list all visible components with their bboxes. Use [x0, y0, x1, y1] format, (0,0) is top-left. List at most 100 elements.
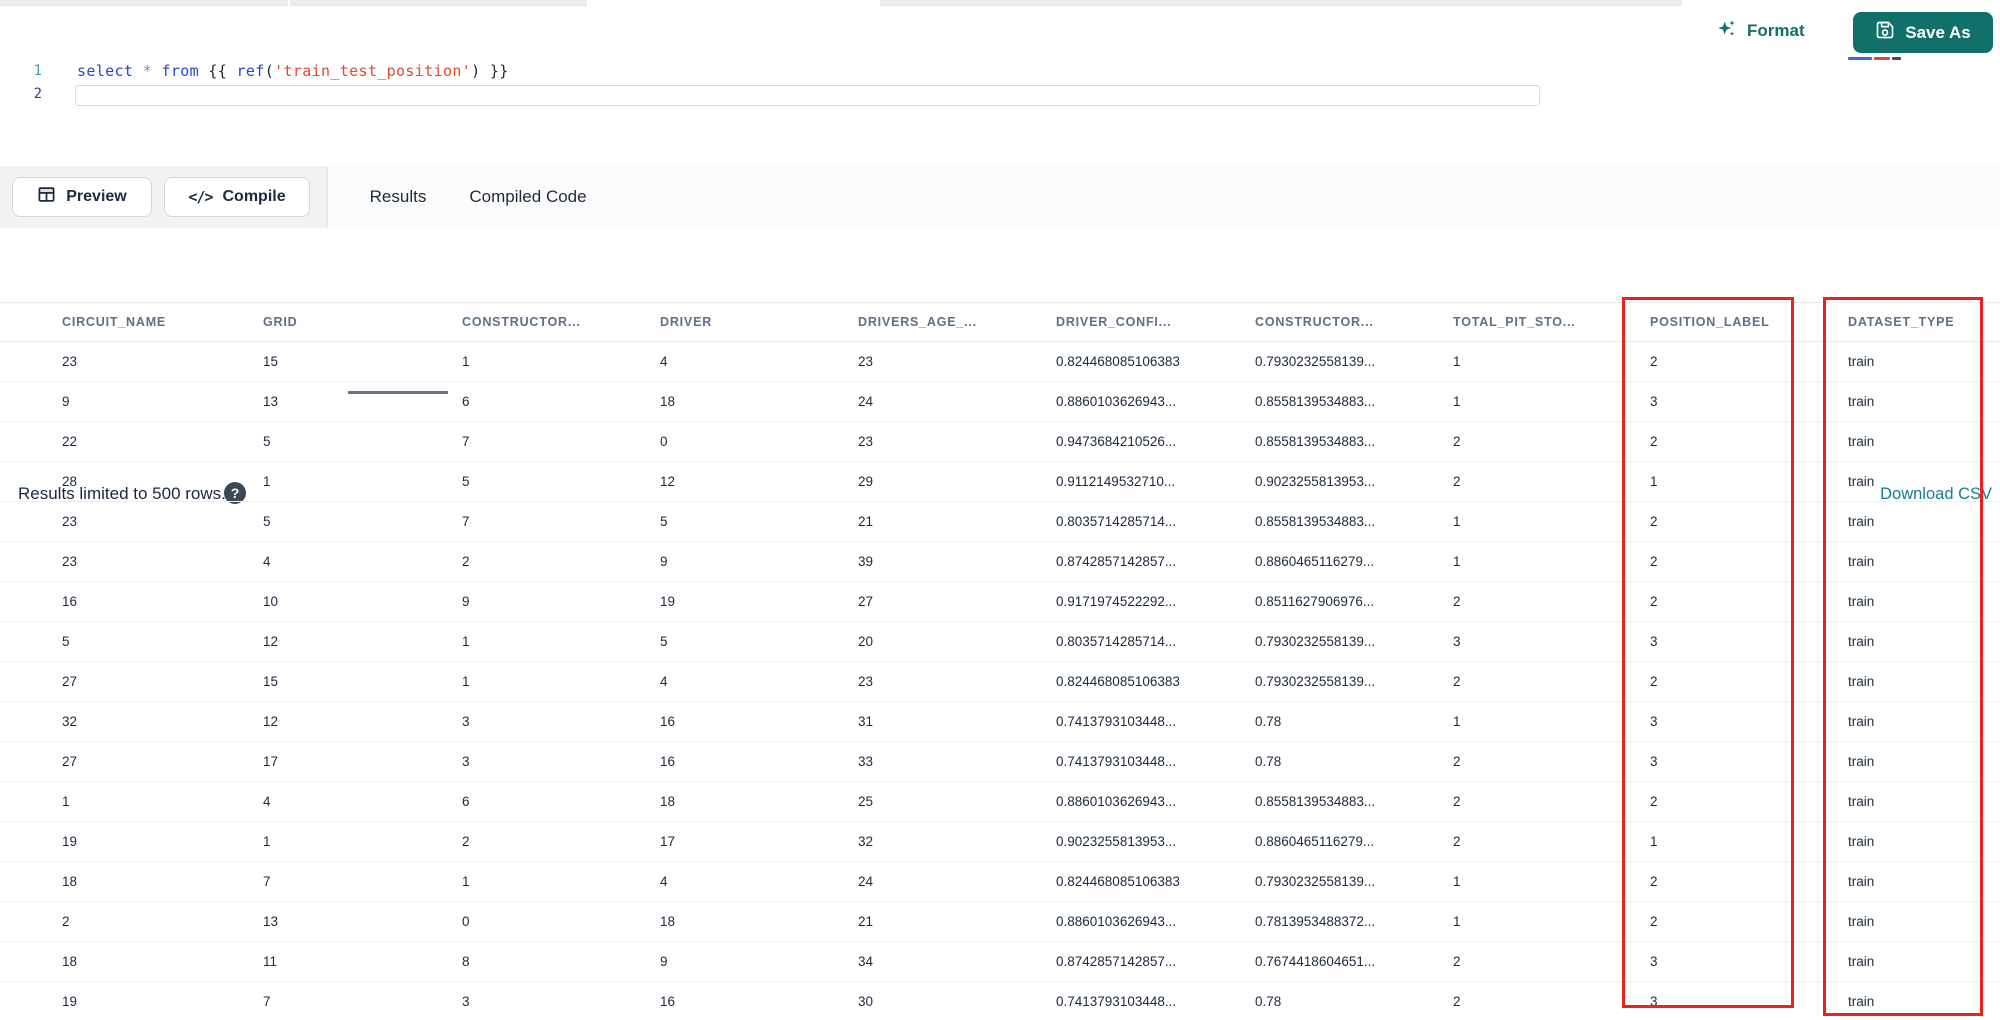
code-token-keyword: from	[161, 62, 199, 80]
table-cell: 11	[263, 954, 278, 969]
table-cell: 18	[62, 954, 78, 969]
table-cell: 4	[660, 874, 668, 889]
action-button-group: Preview </> Compile	[0, 166, 328, 228]
table-cell: 1	[1650, 834, 1658, 849]
table-cell: 27	[62, 674, 78, 689]
table-cell: 0.824468085106383	[1056, 354, 1180, 369]
table-row: 32 12 3 16 31 0.7413793103448... 0.78 1 3 train	[0, 702, 2000, 742]
save-as-button[interactable]: Save As	[1853, 12, 1993, 53]
table-row: 27 15 1 4 23 0.824468085106383 0.7930232558139…	[0, 662, 2000, 702]
table-cell: 28	[62, 474, 78, 489]
table-cell: 31	[858, 714, 874, 729]
table-cell: 16	[660, 994, 676, 1009]
tab-compiled-code[interactable]: Compiled Code	[448, 166, 608, 228]
table-cell: 0.824468085106383	[1056, 674, 1180, 689]
table-row: 9 13 6 18 24 0.8860103626943... 0.855813953488…	[0, 382, 2000, 422]
table-cell: 0.9112149532710...	[1056, 474, 1176, 489]
table-cell: 0.7813953488372...	[1255, 914, 1376, 929]
table-cell: 4	[263, 554, 271, 569]
table-cell: train	[1848, 874, 1875, 889]
table-row: 23 4 2 9 39 0.8742857142857... 0.8860465116279…	[0, 542, 2000, 582]
save-icon	[1875, 20, 1895, 45]
table-cell: 24	[858, 394, 874, 409]
table-cell: 23	[858, 674, 874, 689]
code-token-string: 'train_test_position'	[274, 62, 472, 80]
active-line-highlight[interactable]	[75, 85, 1540, 106]
table-cell: 0.7413793103448...	[1056, 994, 1177, 1009]
table-cell: 3	[1650, 954, 1658, 969]
table-cell: 27	[62, 754, 78, 769]
table-cell: train	[1848, 834, 1875, 849]
column-header-dataset-type: DATASET_TYPE	[1848, 315, 1955, 329]
table-cell: 0.7930232558139...	[1255, 354, 1376, 369]
minimap-code-mark	[1848, 57, 1872, 60]
tab-results[interactable]: Results	[348, 166, 448, 228]
table-cell: 4	[263, 794, 271, 809]
table-cell: 0.7930232558139...	[1255, 634, 1376, 649]
table-cell: 9	[462, 594, 470, 609]
table-cell: 1	[263, 474, 271, 489]
table-cell: 15	[263, 674, 279, 689]
table-row: 28 1 5 12 29 0.9112149532710... 0.902325581395…	[0, 462, 2000, 502]
table-row: 19 1 2 17 32 0.9023255813953... 0.886046511627…	[0, 822, 2000, 862]
format-button-label: Format	[1747, 21, 1805, 40]
format-button[interactable]: Format	[1716, 16, 1805, 46]
table-row: 23 15 1 4 23 0.824468085106383 0.7930232558139…	[0, 342, 2000, 382]
table-cell: 2	[1453, 954, 1461, 969]
preview-button[interactable]: Preview	[12, 177, 152, 217]
table-cell: 16	[660, 714, 676, 729]
table-cell: 0	[462, 914, 470, 929]
table-body: 23 15 1 4 23 0.824468085106383 0.7930232558139…	[0, 342, 2000, 1020]
table-cell: 1	[1453, 514, 1461, 529]
table-cell: 2	[62, 914, 70, 929]
table-cell: train	[1848, 354, 1875, 369]
table-cell: 0.824468085106383	[1056, 874, 1180, 889]
code-line-1[interactable]: select * from {{ ref('train_test_positio…	[77, 62, 509, 80]
code-brackets-icon: </>	[188, 188, 213, 206]
table-cell: 3	[1650, 754, 1658, 769]
table-cell: 7	[462, 514, 470, 529]
column-header-driver: DRIVER	[660, 315, 713, 329]
table-cell: 2	[1453, 834, 1461, 849]
table-cell: 5	[660, 634, 668, 649]
minimap-code-mark	[1892, 57, 1901, 60]
results-table: CIRCUIT_NAME GRID CONSTRUCTOR... DRIVER DRIV…	[0, 302, 2000, 1020]
table-cell: 1	[1453, 354, 1461, 369]
table-cell: 23	[858, 434, 874, 449]
table-cell: 0.9023255813953...	[1056, 834, 1177, 849]
table-cell: 1	[62, 794, 70, 809]
save-as-button-label: Save As	[1905, 22, 1971, 42]
editor-minimap[interactable]	[1848, 57, 1901, 60]
table-cell: 32	[858, 834, 874, 849]
table-cell: 0.8511627906976...	[1255, 594, 1375, 609]
table-cell: 2	[1650, 794, 1658, 809]
sql-editor[interactable]: Format Save As 1 2 select * from {{ ref(…	[0, 6, 2000, 166]
table-cell: train	[1848, 474, 1875, 489]
table-cell: 0.78	[1255, 754, 1282, 769]
table-cell: 2	[1650, 514, 1658, 529]
table-cell: 0.7930232558139...	[1255, 874, 1376, 889]
table-cell: 0.8742857142857...	[1056, 954, 1177, 969]
compile-button[interactable]: </> Compile	[164, 177, 310, 217]
table-cell: 9	[62, 394, 70, 409]
table-cell: 19	[660, 594, 676, 609]
table-cell: 1	[462, 674, 470, 689]
table-cell: train	[1848, 674, 1875, 689]
table-cell: 12	[660, 474, 676, 489]
table-cell: 2	[1453, 474, 1461, 489]
table-cell: 0.7930232558139...	[1255, 674, 1376, 689]
table-cell: train	[1848, 754, 1875, 769]
table-cell: 0.8860465116279...	[1255, 554, 1375, 569]
table-cell: 1	[1650, 474, 1658, 489]
table-cell: 0.9473684210526...	[1056, 434, 1177, 449]
table-cell: 4	[660, 354, 668, 369]
table-cell: 18	[660, 794, 676, 809]
table-cell: train	[1848, 514, 1875, 529]
table-cell: 27	[858, 594, 874, 609]
table-cell: 4	[660, 674, 668, 689]
column-header-constructor: CONSTRUCTOR...	[462, 315, 581, 329]
table-cell: 15	[263, 354, 279, 369]
